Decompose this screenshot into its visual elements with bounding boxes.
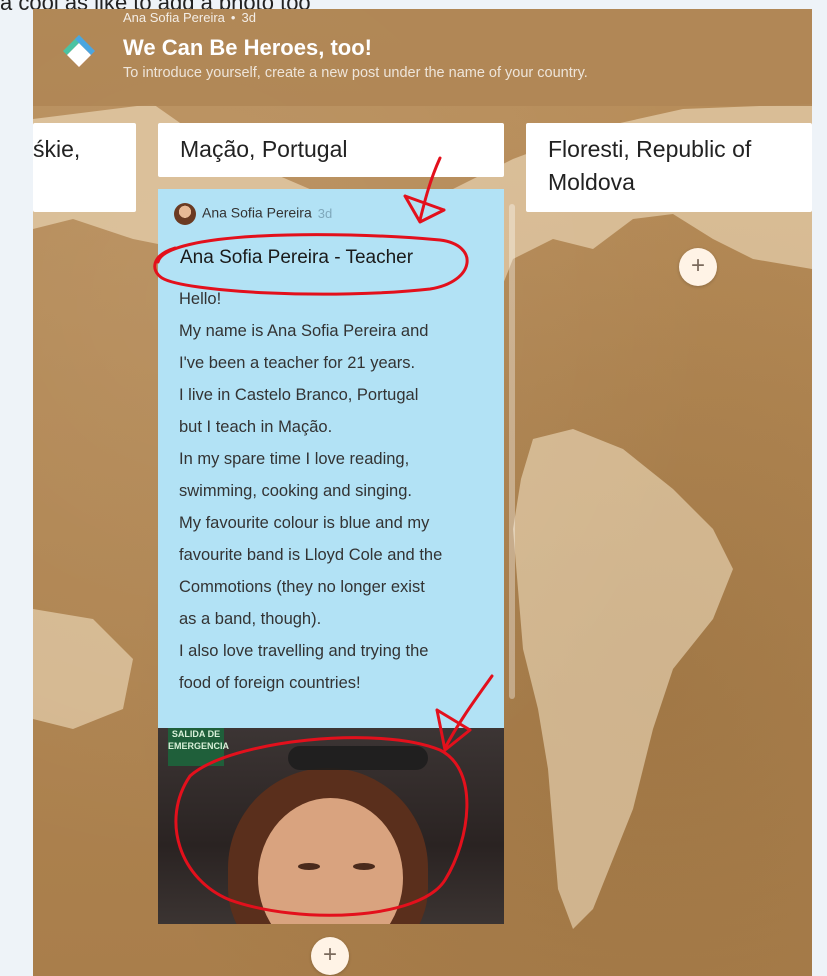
photo-sunglasses (288, 746, 428, 770)
post-body-line: as a band, though). (179, 610, 322, 628)
board-header: Ana Sofia Pereira • 3d We Can Be Heroes, t… (33, 9, 812, 106)
board-title: We Can Be Heroes, too! (123, 35, 372, 60)
avatar (174, 203, 196, 225)
post-body-line: My favourite colour is blue and my (179, 514, 430, 532)
column-header-left[interactable]: śkie, (33, 123, 136, 212)
post-body-line: Commotions (they no longer exist (179, 578, 425, 596)
board-author-name: Ana Sofia Pereira (123, 10, 225, 25)
post-body-line: Hello! (179, 290, 222, 308)
board-author-time: 3d (241, 10, 256, 25)
column-header-floresti[interactable]: Floresti, Republic of Moldova (526, 123, 812, 212)
post-body-line: I also love travelling and trying the (179, 642, 429, 660)
photo-eye-right (353, 863, 375, 870)
post-body-line: My name is Ana Sofia Pereira and (179, 322, 429, 340)
post-body-line: I live in Castelo Branco, Portugal (179, 386, 419, 404)
post-body-line: swimming, cooking and singing. (179, 482, 412, 500)
column-header-macao[interactable]: Mação, Portugal (158, 123, 504, 177)
padlet-logo-icon (63, 35, 95, 67)
post-time: 3d (317, 205, 333, 221)
add-post-button-macao[interactable]: + (311, 937, 349, 975)
add-post-button-floresti[interactable]: + (679, 248, 717, 286)
post-body-line: but I teach in Mação. (179, 418, 333, 436)
post-body-line: food of foreign countries! (179, 674, 361, 692)
post-body-line: In my spare time I love reading, (179, 450, 410, 468)
post-photo[interactable]: SALIDA DE EMERGENCIA (158, 728, 504, 924)
post-card[interactable]: Ana Sofia Pereira 3d Ana Sofia Pereira - … (158, 189, 504, 924)
photo-eye-left (298, 863, 320, 870)
board-description: To introduce yourself, create a new post… (123, 65, 588, 81)
post-title: Ana Sofia Pereira - Teacher (180, 247, 414, 268)
post-body: Hello! My name is Ana Sofia Pereira and … (179, 283, 494, 699)
padlet-board: Ana Sofia Pereira • 3d We Can Be Heroes, t… (33, 9, 812, 976)
board-author-line: Ana Sofia Pereira • 3d (123, 10, 256, 25)
post-author-name: Ana Sofia Pereira (202, 204, 312, 221)
column-scrollbar[interactable] (509, 204, 515, 699)
post-body-line: I've been a teacher for 21 years. (179, 354, 416, 372)
post-body-line: favourite band is Lloyd Cole and the (179, 546, 443, 564)
emergency-exit-sign: SALIDA DE EMERGENCIA (168, 728, 229, 766)
post-author-line: Ana Sofia Pereira 3d (174, 203, 332, 225)
